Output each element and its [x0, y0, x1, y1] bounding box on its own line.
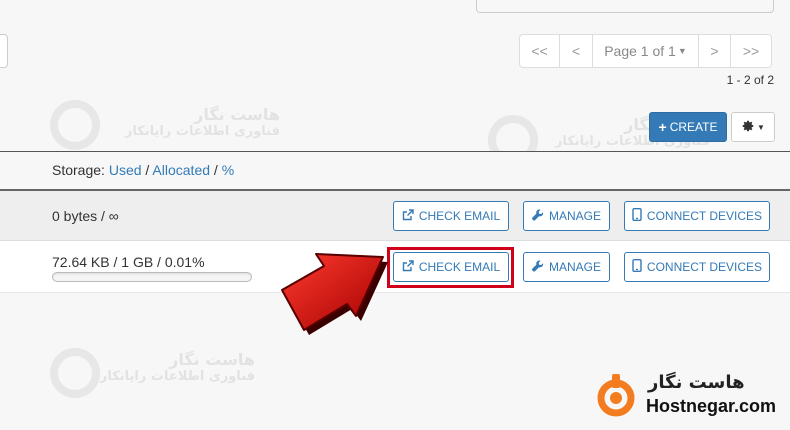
check-email-label: CHECK EMAIL — [418, 209, 501, 223]
mobile-icon — [632, 258, 642, 275]
annotation-arrow-icon — [281, 253, 388, 335]
page-select-label: Page 1 of 1 — [604, 43, 676, 59]
sort-used-link[interactable]: Used — [109, 162, 142, 178]
sort-allocated-link[interactable]: Allocated — [152, 162, 210, 178]
table-row: 0 bytes / ∞ CHECK EMAIL MANAGE CONNECT D… — [0, 191, 790, 241]
separator: / — [210, 162, 222, 178]
pagination-range: 1 - 2 of 2 — [726, 73, 774, 87]
highlight-box — [387, 247, 514, 288]
wrench-icon — [532, 209, 544, 224]
watermark-logo-icon — [50, 348, 100, 398]
connect-devices-button[interactable]: CONNECT DEVICES — [624, 252, 770, 282]
mobile-icon — [632, 207, 642, 224]
caret-down-icon: ▼ — [677, 46, 687, 56]
manage-label: MANAGE — [548, 209, 601, 223]
watermark — [50, 348, 100, 398]
manage-label: MANAGE — [548, 260, 601, 274]
next-page-button[interactable]: > — [698, 34, 731, 68]
table-header: Storage: Used / Allocated / % — [0, 152, 790, 189]
settings-dropdown-button[interactable]: ▼ — [731, 112, 775, 142]
storage-usage: 72.64 KB / 1 GB / 0.01% — [52, 254, 205, 270]
connect-devices-label: CONNECT DEVICES — [646, 209, 763, 223]
sort-percent-link[interactable]: % — [222, 162, 234, 178]
separator: / — [141, 162, 153, 178]
connect-devices-label: CONNECT DEVICES — [646, 260, 763, 274]
watermark-text: هاست نگار فناوری اطلاعات رایانکار — [124, 105, 280, 139]
manage-button[interactable]: MANAGE — [523, 252, 610, 282]
manage-button[interactable]: MANAGE — [523, 201, 610, 231]
wrench-icon — [532, 260, 544, 275]
caret-down-icon: ▼ — [757, 122, 765, 132]
check-email-button[interactable]: CHECK EMAIL — [393, 201, 509, 231]
external-link-icon — [402, 208, 414, 224]
partial-control[interactable] — [0, 34, 8, 68]
brand-name: هاست نگار — [648, 372, 745, 393]
prev-page-button[interactable]: < — [559, 34, 593, 68]
search-input-partial[interactable] — [476, 0, 774, 13]
gear-icon — [741, 119, 755, 136]
last-page-button[interactable]: >> — [730, 34, 772, 68]
brand-domain: Hostnegar.com — [646, 396, 777, 416]
storage-usage: 0 bytes / ∞ — [52, 208, 119, 224]
create-label: CREATE — [669, 120, 718, 134]
plus-icon: + — [658, 119, 667, 135]
storage-progress-bar — [52, 272, 252, 282]
watermark — [50, 100, 100, 150]
pagination: << < Page 1 of 1 ▼ > >> — [519, 34, 772, 68]
storage-label: Storage: — [52, 162, 109, 178]
create-button[interactable]: + CREATE — [649, 112, 727, 142]
watermark-logo-icon — [50, 100, 100, 150]
storage-header: Storage: Used / Allocated / % — [52, 162, 234, 178]
first-page-button[interactable]: << — [519, 34, 560, 68]
watermark-text: هاست نگار فناوری اطلاعات رایانکار — [99, 350, 255, 384]
page-select[interactable]: Page 1 of 1 ▼ — [592, 34, 699, 68]
hostnegar-logo-icon — [597, 374, 635, 417]
connect-devices-button[interactable]: CONNECT DEVICES — [624, 201, 770, 231]
